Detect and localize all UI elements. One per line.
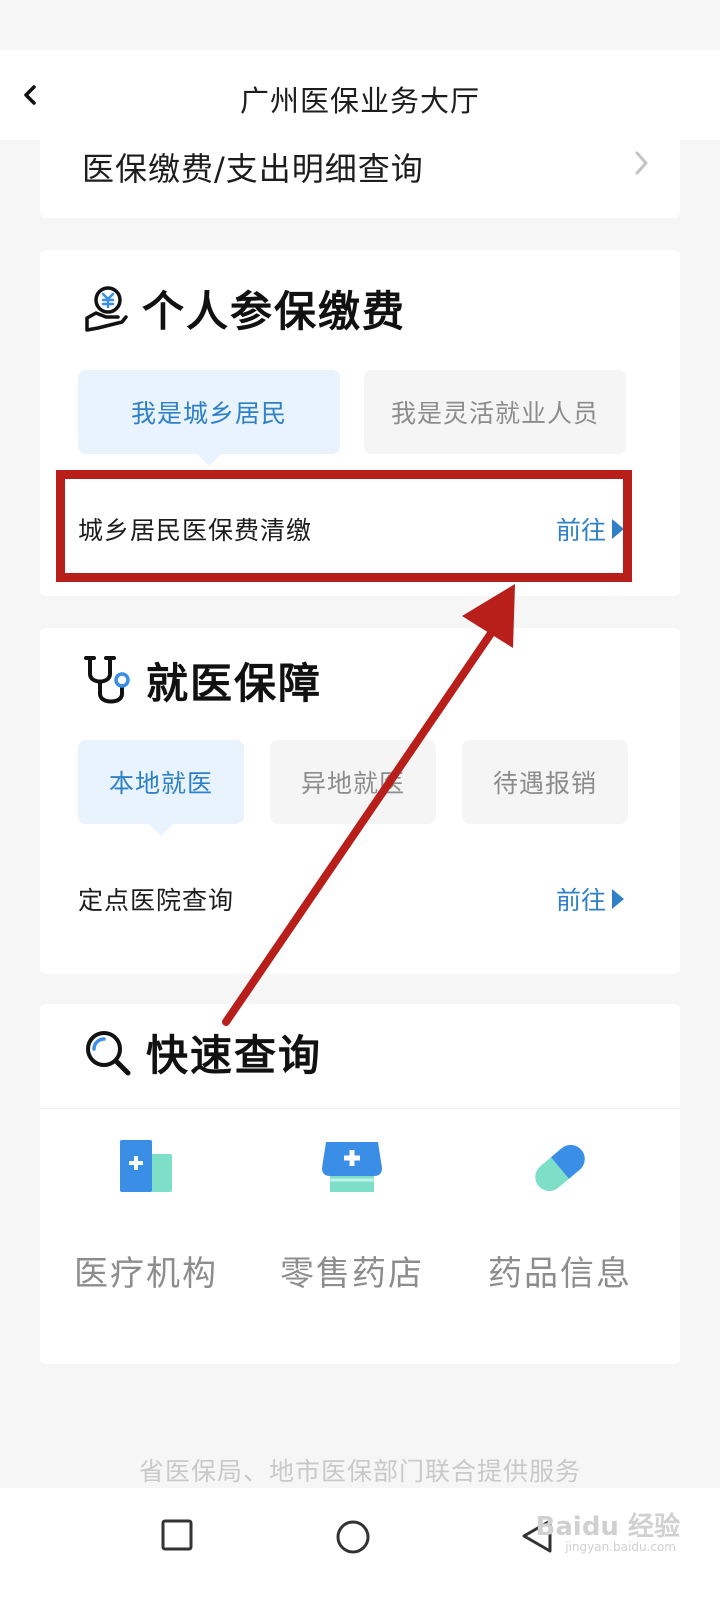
quick-item-label: 药品信息 — [488, 1254, 632, 1294]
tab-urban-rural-resident[interactable]: 我是城乡居民 — [78, 370, 340, 466]
page-title: 广州医保业务大厅 — [239, 84, 480, 118]
section-title: 就医保障 — [146, 659, 323, 708]
tab-reimbursement[interactable]: 待遇报销 — [462, 740, 628, 824]
divider — [40, 1108, 680, 1109]
tab-label: 异地就医 — [300, 769, 405, 798]
query-row-label: 医保缴费/支出明细查询 — [82, 150, 424, 188]
quick-query-card: 快速查询 医疗机构 零售药店 药品信息 — [40, 1004, 680, 1364]
quick-item-drug-info[interactable]: 药品信息 — [460, 1138, 660, 1318]
tab-remote-medical[interactable]: 异地就医 — [270, 740, 436, 824]
designated-hospital-go-link[interactable]: 前往 — [556, 881, 624, 917]
section-title: 个人参保缴费 — [142, 287, 407, 336]
quick-item-medical-institution[interactable]: 医疗机构 — [46, 1138, 246, 1318]
medical-institution-icon — [120, 1140, 172, 1192]
status-bar — [0, 0, 720, 50]
quick-item-label: 零售药店 — [280, 1254, 424, 1294]
section-title: 快速查询 — [146, 1031, 323, 1080]
tab-label: 本地就医 — [108, 769, 213, 798]
tab-label: 待遇报销 — [492, 769, 597, 798]
watermark-brand: Baidu 经验 — [535, 1512, 680, 1542]
recent-apps-button[interactable] — [160, 1518, 194, 1552]
home-button[interactable] — [334, 1518, 372, 1556]
quick-item-pharmacy[interactable]: 零售药店 — [252, 1138, 452, 1318]
stethoscope-icon — [84, 655, 130, 703]
tab-label: 我是灵活就业人员 — [390, 399, 599, 428]
footer-note: 省医保局、地市医保部门联合提供服务 — [138, 1457, 581, 1486]
annotation-highlight-box — [56, 470, 632, 582]
hand-money-icon — [85, 285, 128, 332]
tab-local-medical[interactable]: 本地就医 — [78, 740, 244, 836]
section-header: 个人参保缴费 — [82, 278, 406, 339]
capsule-icon — [535, 1145, 585, 1191]
medical-care-card: 就医保障 本地就医 异地就医 待遇报销 定点医院查询 前往 — [40, 628, 680, 974]
chevron-right-icon — [635, 151, 648, 175]
payment-detail-query-row[interactable]: 医保缴费/支出明细查询 — [40, 130, 680, 218]
tab-label: 我是城乡居民 — [130, 399, 287, 428]
triangle-right-icon — [612, 889, 624, 909]
pharmacy-store-icon — [322, 1142, 382, 1192]
top-header: 广州医保业务大厅 — [0, 50, 720, 140]
designated-hospital-label: 定点医院查询 — [78, 886, 235, 915]
tab-flexible-employee[interactable]: 我是灵活就业人员 — [364, 370, 626, 454]
section-header: 快速查询 — [82, 1022, 322, 1083]
watermark-url: jingyan.baidu.com — [565, 1540, 676, 1554]
magnifier-icon — [86, 1030, 131, 1075]
quick-item-label: 医疗机构 — [74, 1254, 218, 1294]
go-link-label: 前往 — [555, 886, 606, 915]
section-header: 就医保障 — [82, 650, 322, 711]
